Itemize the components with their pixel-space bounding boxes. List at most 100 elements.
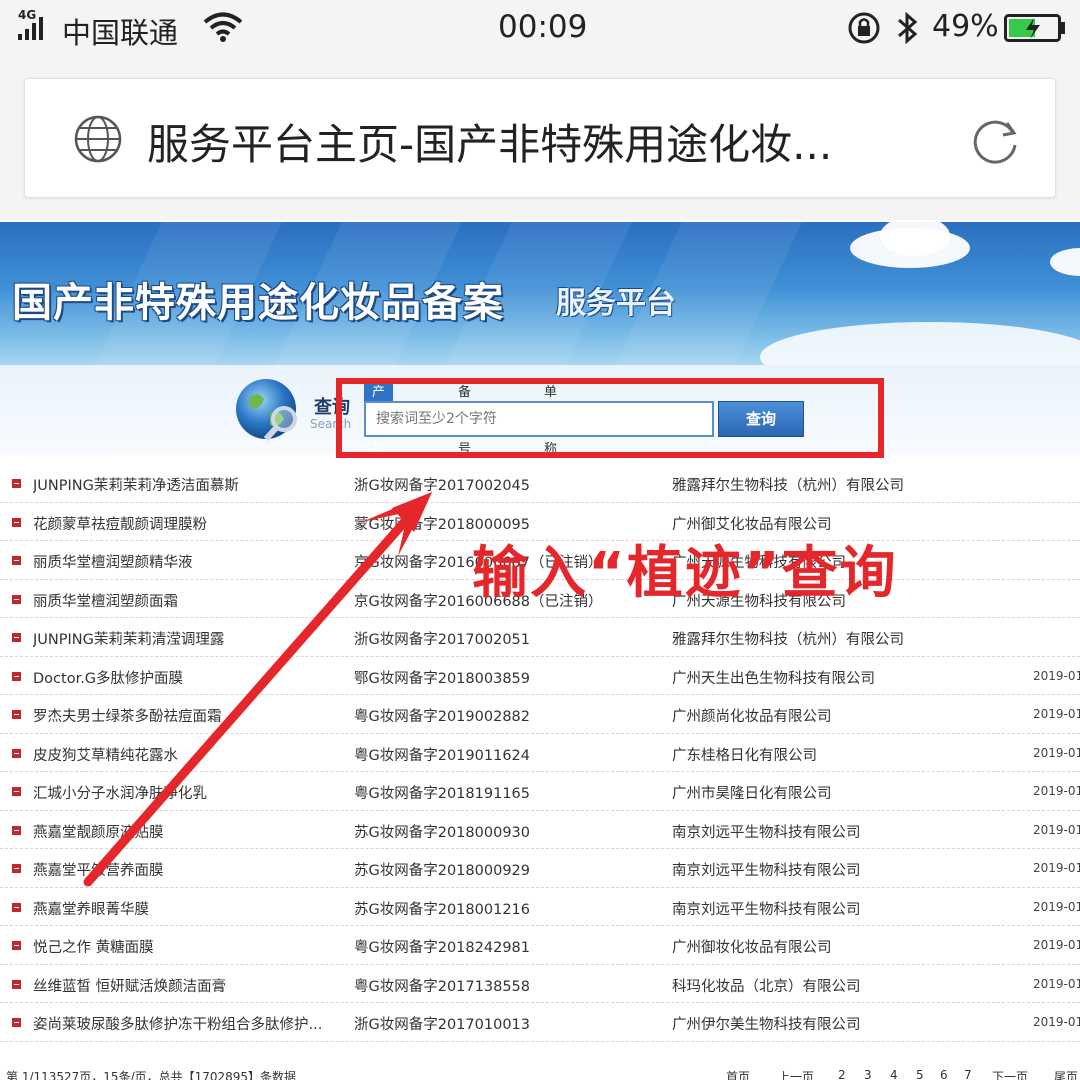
table-row[interactable]: 汇城小分子水润净肤净化乳 粤G妆网备字2018191165 广州市昊隆日化有限公司 2…	[0, 772, 1080, 811]
wifi-icon	[203, 12, 243, 42]
reload-icon[interactable]	[967, 113, 1023, 169]
company-name: 雅露拜尔生物科技（杭州）有限公司	[672, 478, 904, 494]
prev-page-link[interactable]: 上一页	[778, 1068, 814, 1080]
record-date: 2019-01-	[1033, 784, 1080, 798]
product-name[interactable]: Doctor.G多肽修护面膜	[33, 667, 338, 688]
product-name[interactable]: 姿尚莱玻尿酸多肽修护冻干粉组合多肽修护...	[33, 1013, 338, 1034]
product-name[interactable]: 罗杰夫男士绿茶多酚祛痘面霜	[33, 705, 338, 726]
table-row[interactable]: 燕嘉堂平皱营养面膜 苏G妆网备字2018000929 南京刘远平生物科技有限公司 20…	[0, 849, 1080, 888]
page-link-5[interactable]: 5	[916, 1068, 924, 1080]
table-row[interactable]: 燕嘉堂养眼菁华膜 苏G妆网备字2018001216 南京刘远平生物科技有限公司 201…	[0, 888, 1080, 926]
table-row[interactable]: 皮皮狗艾草精纯花露水 粤G妆网备字2019011624 广东桂格日化有限公司 2019…	[0, 734, 1080, 772]
banner-title: 国产非特殊用途化妆品备案	[12, 279, 504, 326]
table-row[interactable]: 丝维蓝皙 恒妍赋活焕颜洁面膏 粤G妆网备字2017138558 科玛化妆品（北京）有…	[0, 965, 1080, 1003]
record-date: 2019-01-	[1033, 668, 1080, 683]
next-page-link[interactable]: 下一页	[992, 1068, 1028, 1080]
company-name: 南京刘远平生物科技有限公司	[672, 863, 861, 879]
battery-percent: 49%	[932, 9, 999, 44]
product-name[interactable]: 悦己之作 黄糖面膜	[33, 936, 338, 957]
bullet-icon	[12, 864, 21, 873]
record-code: 粤G妆网备字2018242981	[354, 940, 530, 956]
signal-icon	[18, 17, 43, 40]
page-link-3[interactable]: 3	[864, 1068, 872, 1080]
company-name: 南京刘远平生物科技有限公司	[672, 901, 861, 918]
product-name[interactable]: JUNPING茉莉茉莉净透洁面慕斯	[33, 474, 338, 495]
record-code: 粤G妆网备字2018191165	[354, 786, 530, 802]
cloud	[1050, 248, 1080, 276]
company-name: 广东桂格日化有限公司	[672, 747, 817, 764]
company-name: 南京刘远平生物科技有限公司	[672, 824, 861, 841]
company-name: 广州天生出色生物科技有限公司	[672, 670, 875, 687]
record-code: 鄂G妆网备字2018003859	[354, 670, 530, 687]
product-name[interactable]: 燕嘉堂平皱营养面膜	[33, 859, 338, 880]
record-code: 苏G妆网备字2018000930	[354, 824, 530, 841]
company-name: 广州御妆化妆品有限公司	[672, 940, 832, 956]
bullet-icon	[12, 633, 21, 642]
product-name[interactable]: 汇城小分子水润净肤净化乳	[33, 782, 338, 803]
pagination-footer: 第 1/113527页，15条/页，总共【1702895】条数据 首页 上一页 …	[0, 1060, 1080, 1080]
record-code: 苏G妆网备字2018001216	[354, 901, 530, 918]
record-date: 2019-01-	[1033, 1015, 1080, 1029]
company-name: 科玛化妆品（北京）有限公司	[672, 978, 861, 995]
page-title[interactable]: 服务平台主页-国产非特殊用途化妆...	[147, 111, 937, 172]
bullet-icon	[12, 748, 21, 758]
pagination-summary: 第 1/113527页，15条/页，总共【1702895】条数据	[6, 1070, 297, 1080]
last-page-link[interactable]: 尾页	[1054, 1068, 1078, 1080]
bullet-icon	[12, 671, 21, 681]
table-row[interactable]: JUNPING茉莉茉莉净透洁面慕斯 浙G妆网备字2017002045 雅露拜尔生物科…	[0, 464, 1080, 503]
product-name[interactable]: 燕嘉堂靓颜原液贴膜	[33, 821, 338, 842]
record-date: 2019-01-	[1033, 938, 1080, 952]
record-code: 浙G妆网备字2017002045	[354, 478, 530, 494]
annotation-highlight-box	[336, 378, 884, 458]
product-name[interactable]: JUNPING茉莉茉莉清滢调理露	[33, 628, 338, 649]
battery-charging-icon	[1004, 14, 1065, 42]
globe-icon	[74, 115, 122, 163]
record-code: 浙G妆网备字2017002051	[354, 632, 530, 648]
table-row[interactable]: 罗杰夫男士绿茶多酚祛痘面霜 粤G妆网备字2019002882 广州颜尚化妆品有限公司…	[0, 695, 1080, 734]
record-date: 2019-01-	[1033, 976, 1080, 991]
bullet-icon	[12, 710, 21, 719]
table-row[interactable]: Doctor.G多肽修护面膜 鄂G妆网备字2018003859 广州天生出色生物科技…	[0, 657, 1080, 695]
product-name[interactable]: 丽质华堂檀润塑颜精华液	[33, 551, 338, 572]
company-name: 广州市昊隆日化有限公司	[672, 786, 832, 802]
table-row[interactable]: 悦己之作 黄糖面膜 粤G妆网备字2018242981 广州御妆化妆品有限公司 2019…	[0, 926, 1080, 965]
product-name[interactable]: 皮皮狗艾草精纯花露水	[33, 744, 338, 765]
record-date: 2019-01-	[1033, 822, 1080, 837]
bullet-icon	[12, 902, 21, 912]
carrier-name: 中国联通	[62, 16, 179, 50]
bullet-icon	[12, 556, 21, 565]
table-row[interactable]: 燕嘉堂靓颜原液贴膜 苏G妆网备字2018000930 南京刘远平生物科技有限公司 20…	[0, 811, 1080, 849]
product-name[interactable]: 丽质华堂檀润塑颜面霜	[33, 590, 338, 611]
table-row[interactable]: 姿尚莱玻尿酸多肽修护冻干粉组合多肽修护... 浙G妆网备字2017010013 广州…	[0, 1003, 1080, 1042]
record-code: 浙G妆网备字2017010013	[354, 1017, 530, 1033]
clock: 00:09	[498, 9, 588, 45]
bullet-icon	[12, 787, 21, 796]
bullet-icon	[12, 479, 21, 488]
page-link-6[interactable]: 6	[940, 1068, 948, 1080]
rotation-lock-icon	[848, 12, 880, 44]
bullet-icon	[12, 594, 21, 604]
page-link-7[interactable]: 7	[964, 1068, 972, 1080]
company-name: 雅露拜尔生物科技（杭州）有限公司	[672, 632, 904, 648]
banner-subtitle: 服务平台	[556, 286, 676, 321]
page-link-4[interactable]: 4	[890, 1068, 898, 1080]
record-code: 粤G妆网备字2019011624	[354, 747, 530, 764]
company-name: 广州伊尔美生物科技有限公司	[672, 1017, 861, 1033]
bluetooth-icon	[898, 11, 918, 45]
bullet-icon	[12, 1018, 21, 1027]
record-code: 苏G妆网备字2018000929	[354, 863, 530, 879]
record-date: 2019-01-	[1033, 707, 1080, 721]
record-date: 2019-01-	[1033, 899, 1080, 914]
bullet-icon	[12, 517, 21, 527]
table-row[interactable]: JUNPING茉莉茉莉清滢调理露 浙G妆网备字2017002051 雅露拜尔生物科技…	[0, 618, 1080, 657]
bullet-icon	[12, 941, 21, 950]
product-name[interactable]: 花颜蒙草祛痘靓颜调理膜粉	[33, 513, 338, 534]
page-link-2[interactable]: 2	[838, 1068, 846, 1080]
address-bar[interactable]: 服务平台主页-国产非特殊用途化妆...	[24, 78, 1056, 198]
first-page-link[interactable]: 首页	[726, 1068, 750, 1080]
product-name[interactable]: 燕嘉堂养眼菁华膜	[33, 898, 338, 919]
company-name: 广州颜尚化妆品有限公司	[672, 709, 832, 725]
product-name[interactable]: 丝维蓝皙 恒妍赋活焕颜洁面膏	[33, 975, 338, 996]
browser-chrome: 服务平台主页-国产非特殊用途化妆...	[0, 58, 1080, 220]
bullet-icon	[12, 979, 21, 989]
